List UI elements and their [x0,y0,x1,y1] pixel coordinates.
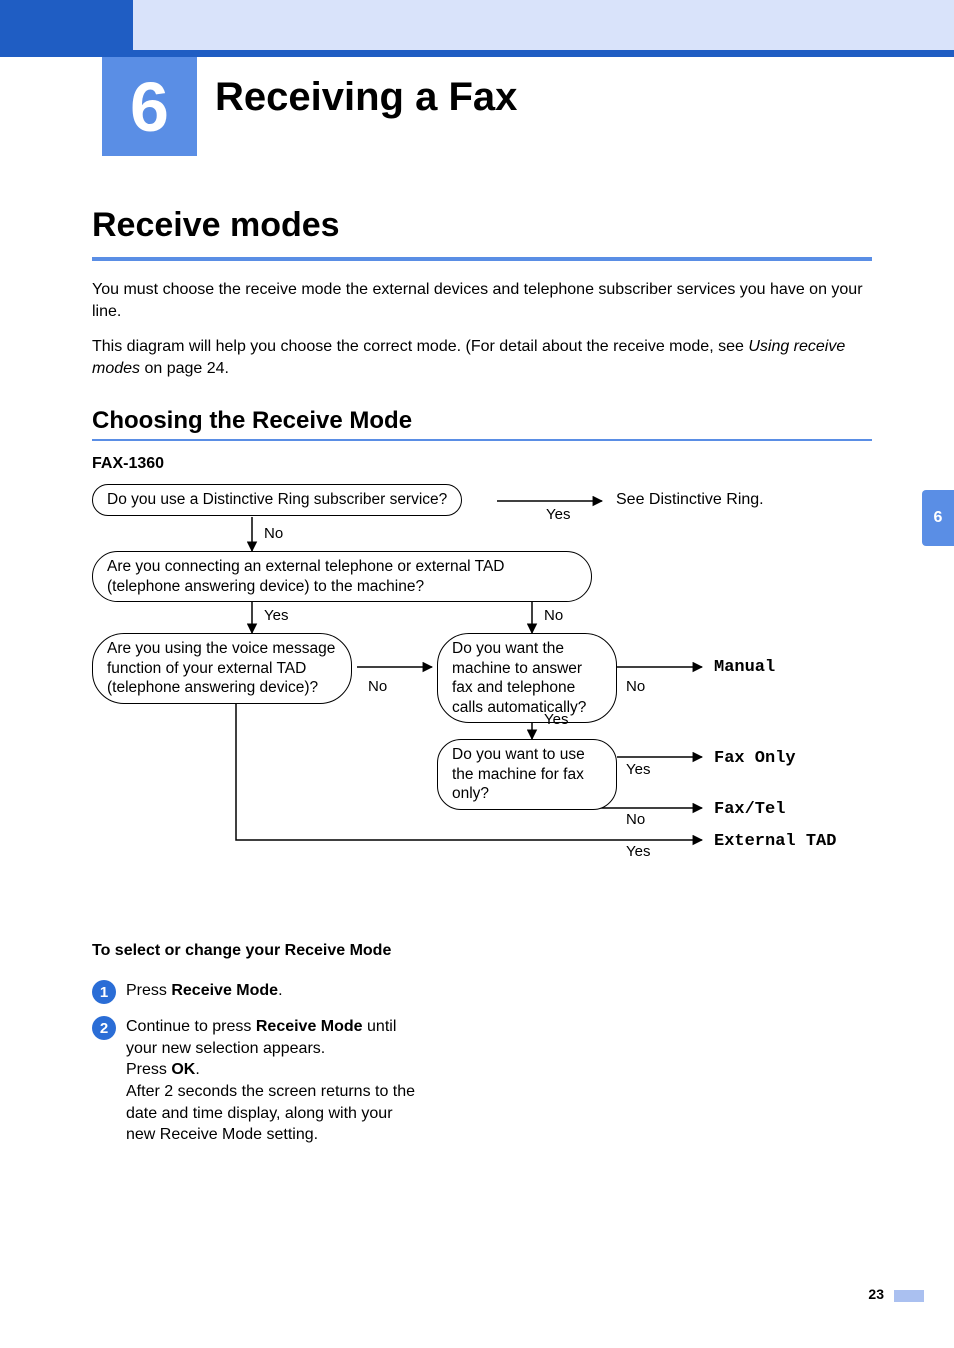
step-2: 2 Continue to press Receive Mode until y… [92,1016,482,1146]
step-1: 1 Press Receive Mode. [92,980,482,1004]
flow-q3-no: No [368,678,387,695]
step-1-badge: 1 [92,980,116,1004]
step-1-c: . [278,982,282,999]
para2-text-b: on page 24. [140,360,229,377]
step-2-g: After 2 seconds the screen returns to th… [126,1083,415,1143]
step-2-a: Continue to press [126,1018,256,1035]
flow-q5: Do you want to use the machine for fax o… [437,739,617,809]
header-accent [0,0,133,50]
chapter-badge: 6 [102,57,197,156]
flow-q3: Are you using the voice message function… [92,633,352,703]
page-number: 23 [868,1286,884,1302]
flow-result-exttad: External TAD [714,832,836,851]
flow-q2-yes: Yes [264,607,288,624]
step-2-d: Press [126,1061,171,1078]
step-1-b: Receive Mode [171,982,278,999]
section-heading: Receive modes [92,206,872,245]
step-2-text: Continue to press Receive Mode until you… [126,1016,416,1146]
step-2-badge: 2 [92,1016,116,1040]
model-label: FAX-1360 [92,455,872,473]
flow-result-manual: Manual [714,658,775,677]
step-1-text: Press Receive Mode. [126,980,416,1002]
flow-q1-yes: Yes [546,506,570,523]
flow-q5-no: No [626,811,645,828]
flow-result-faxtel: Fax/Tel [714,800,785,819]
step-1-a: Press [126,982,171,999]
flow-q5-yes: Yes [626,761,650,778]
page-number-accent [894,1290,924,1302]
intro-paragraph-2: This diagram will help you choose the co… [92,336,872,379]
flow-q3-yes: Yes [626,843,650,860]
page-content: Receive modes You must choose the receiv… [92,200,872,1158]
flow-q1-no: No [264,525,283,542]
flow-q4: Do you want the machine to answer fax an… [437,633,617,723]
step-2-e: OK [171,1061,195,1078]
flow-q4-yes: Yes [544,711,568,728]
flow-q4-no: No [626,678,645,695]
intro-paragraph-1: You must choose the receive mode the ext… [92,279,872,322]
side-tab: 6 [922,490,954,546]
flow-q2: Are you connecting an external telephone… [92,551,592,602]
flow-q1: Do you use a Distinctive Ring subscriber… [92,484,462,515]
receive-mode-flowchart: Do you use a Distinctive Ring subscriber… [92,483,872,883]
flow-result-faxonly: Fax Only [714,749,796,768]
step-2-b: Receive Mode [256,1018,363,1035]
step-2-f: . [195,1061,199,1078]
subsection-heading-rule [92,439,872,441]
para2-text-a: This diagram will help you choose the co… [92,338,748,355]
flow-result-distinctive: See Distinctive Ring. [616,491,764,509]
section-heading-rule [92,257,872,261]
steps-heading: To select or change your Receive Mode [92,941,392,962]
header-rule [0,50,954,57]
subsection-heading: Choosing the Receive Mode [92,407,872,435]
flow-q2-no: No [544,607,563,624]
chapter-title: Receiving a Fax [215,75,517,120]
header-bar [0,0,954,50]
